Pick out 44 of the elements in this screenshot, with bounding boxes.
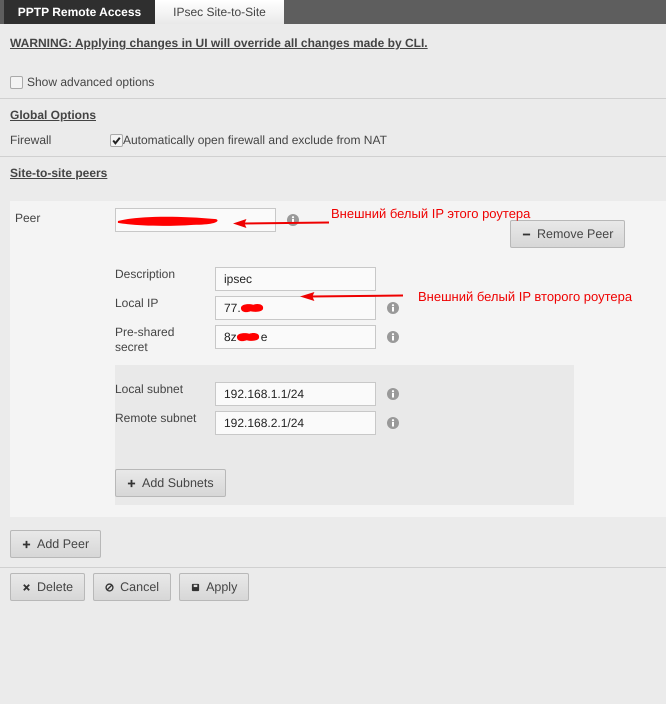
- checkbox-label: Show advanced options: [27, 75, 154, 89]
- input-field[interactable]: 192.168.1.1/24: [215, 382, 376, 406]
- input-field[interactable]: ipsec: [215, 267, 376, 291]
- add-subnets-button[interactable]: Add Subnets: [115, 469, 226, 497]
- input-field[interactable]: 192.168.2.1/24: [215, 411, 376, 435]
- section-heading: Global Options: [10, 107, 97, 123]
- info-icon[interactable]: [387, 417, 399, 429]
- prohibited-icon: [105, 582, 114, 592]
- tab[interactable]: PPTP Remote Access: [4, 0, 155, 24]
- section-heading: Site-to-site peers: [10, 165, 108, 181]
- info-icon[interactable]: [387, 302, 399, 314]
- field-value: ipsec: [224, 272, 252, 286]
- info-icon[interactable]: [387, 331, 399, 343]
- field-label: Firewall: [10, 133, 52, 147]
- field-label: Local IP: [115, 296, 160, 311]
- field-label: Description: [115, 267, 176, 282]
- tab[interactable]: IPsec Site-to-Site: [155, 0, 284, 24]
- field-label: Remote subnet: [115, 411, 198, 426]
- input-field[interactable]: [115, 208, 276, 232]
- checkbox[interactable]: [110, 134, 123, 146]
- plus-icon: [127, 478, 136, 488]
- checkbox[interactable]: [10, 76, 23, 88]
- cancel-button[interactable]: Cancel: [93, 573, 172, 601]
- plus-icon: [22, 540, 31, 548]
- add-peer-button[interactable]: Add Peer: [10, 530, 102, 558]
- warning-text: WARNING: Applying changes in UI will override all changes made by CLI.: [10, 35, 429, 51]
- field-value: e: [260, 330, 268, 344]
- checkbox-label: Automatically open firewall and exclude from NAT: [123, 133, 387, 147]
- field-label: Local subnet: [115, 382, 184, 397]
- field-label: Peer: [15, 210, 42, 225]
- input-field[interactable]: 8z e: [215, 325, 376, 349]
- close-icon: [22, 582, 31, 592]
- input-field[interactable]: 77.: [215, 296, 376, 320]
- save-icon: [191, 582, 200, 592]
- annotation-text: Внешний белый IP второго роутера: [418, 289, 632, 304]
- delete-button[interactable]: Delete: [10, 573, 86, 601]
- apply-button[interactable]: Apply: [179, 573, 250, 601]
- info-icon[interactable]: [287, 214, 299, 226]
- remove-peer-button[interactable]: Remove Peer: [510, 220, 626, 248]
- annotation-text: Внешний белый IP этого роутера: [331, 206, 530, 221]
- field-value: 8z: [224, 330, 237, 344]
- field-value: 77.: [224, 301, 241, 315]
- field-label: Pre-shared secret: [115, 325, 176, 355]
- info-icon[interactable]: [387, 388, 399, 400]
